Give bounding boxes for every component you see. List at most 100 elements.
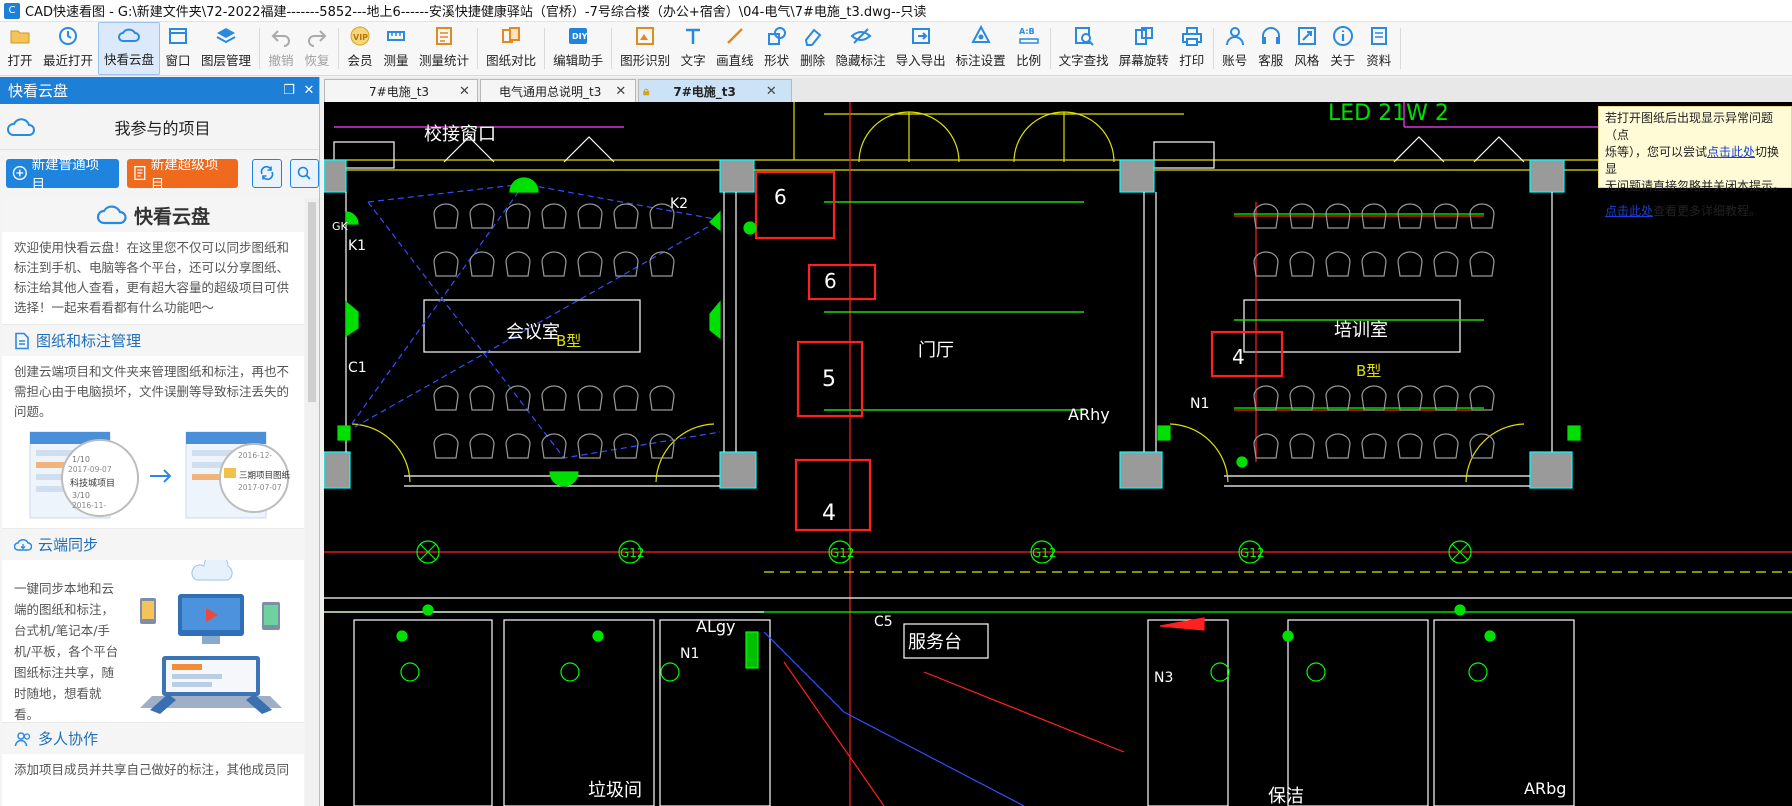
- chair-symbol: [649, 385, 675, 411]
- close-icon[interactable]: ✕: [766, 84, 777, 99]
- label-window: 校接窗口: [424, 124, 496, 145]
- project-title: 我参与的项目: [114, 118, 211, 138]
- label-training-room: 培训室: [1334, 320, 1388, 341]
- toolbar-button-ruler[interactable]: 测量: [378, 22, 414, 75]
- toolbar-button-vip[interactable]: VIP 会员: [342, 22, 378, 75]
- app-logo-icon: C: [4, 2, 20, 19]
- new-project-button[interactable]: 新建普通项目: [6, 157, 120, 193]
- cloud-icon: [7, 117, 35, 136]
- toolbar-button-user[interactable]: 账号: [1217, 22, 1253, 75]
- restore-icon[interactable]: ❐: [279, 83, 299, 98]
- toolbar-button-annotation-settings[interactable]: 标注设置: [951, 22, 1011, 75]
- illustration-text: 3/10: [72, 491, 90, 500]
- tab-document[interactable]: 7#电施_t3 ✕: [324, 79, 478, 102]
- toolbar-button-clock[interactable]: 最近打开: [38, 22, 98, 75]
- project-selector[interactable]: 我参与的项目: [0, 104, 319, 150]
- close-icon[interactable]: ✕: [615, 84, 626, 99]
- tab-document-active[interactable]: 🔒︎ 7#电施_t3 ✕: [638, 79, 792, 102]
- search-button[interactable]: [289, 158, 319, 188]
- label-number: 4: [822, 501, 836, 526]
- toolbar-separator: [544, 28, 546, 69]
- toolbar-button-label: 窗口: [165, 53, 191, 68]
- label-k1: K1: [348, 238, 366, 254]
- intro-title: 快看云盘: [133, 205, 210, 228]
- close-icon[interactable]: ✕: [299, 83, 319, 98]
- title-bar: C CAD快速看图 - G:\新建文件夹\72-2022福建-------585…: [0, 0, 1792, 22]
- chair-symbol: [469, 433, 495, 459]
- sidebar-title: 快看云盘: [8, 82, 69, 100]
- label-btype: B型: [556, 332, 581, 350]
- chair-symbol: [1469, 251, 1495, 277]
- toolbar-button-printer[interactable]: 打印: [1174, 22, 1210, 75]
- close-icon[interactable]: ✕: [459, 84, 470, 99]
- sidebar-scrollbar[interactable]: [305, 198, 319, 806]
- label-cleaning: 保洁: [1268, 786, 1304, 806]
- tab-document[interactable]: 电气通用总说明_t3 ✕: [480, 79, 636, 102]
- main-toolbar: 打开 最近打开 快看云盘 窗口 图层管理 撤销 恢复 VIP 会员 测量 测量统计 图纸对比 DIY 编辑…: [0, 22, 1792, 76]
- vip-icon: VIP: [350, 26, 370, 46]
- label-n1: N1: [680, 646, 699, 662]
- tip-switch-link[interactable]: 点击此处: [1707, 145, 1755, 159]
- illustration-text: 1/10: [72, 455, 90, 464]
- toolbar-button-undo[interactable]: 撤销: [263, 22, 299, 75]
- tab-label: 电气通用总说明_t3: [499, 84, 602, 99]
- toolbar-button-redo[interactable]: 恢复: [299, 22, 335, 75]
- chair-symbol: [1289, 385, 1315, 411]
- toolbar-button-text[interactable]: 文字: [675, 22, 711, 75]
- toolbar-button-folder[interactable]: 打开: [2, 22, 38, 75]
- chair-symbol: [541, 433, 567, 459]
- toolbar-button-shape[interactable]: 形状: [759, 22, 795, 75]
- eraser-icon: [804, 28, 822, 46]
- toolbar-button-scale[interactable]: A:B 比例: [1011, 22, 1047, 75]
- layers-icon: [216, 28, 236, 44]
- chair-symbol: [505, 385, 531, 411]
- toolbar-button-headset[interactable]: 客服: [1253, 22, 1289, 75]
- new-super-project-button[interactable]: 新建超级项目: [127, 157, 239, 193]
- tip-line: 若打开图纸后出现显示异常问题（点: [1605, 111, 1774, 142]
- toolbar-button-text-search[interactable]: 文字查找: [1054, 22, 1114, 75]
- cad-drawing[interactable]: 校接窗口 会议室 B型 培训室 B型 门厅 服务台 垃圾间 保洁 LED 21W…: [324, 102, 1792, 806]
- chair-symbol: [1325, 251, 1351, 277]
- redo-icon: [308, 30, 327, 47]
- toolbar-button-rotate[interactable]: 屏幕旋转: [1114, 22, 1174, 75]
- drawing-canvas[interactable]: 校接窗口 会议室 B型 培训室 B型 门厅 服务台 垃圾间 保洁 LED 21W…: [324, 102, 1792, 806]
- label-n3: N3: [1154, 670, 1173, 686]
- toolbar-button-layers[interactable]: 图层管理: [196, 22, 256, 75]
- search-icon: [297, 166, 311, 180]
- toolbar-separator: [477, 28, 479, 69]
- label-meeting-room: 会议室: [506, 322, 560, 343]
- toolbar-button-import-export[interactable]: 导入导出: [891, 22, 951, 75]
- scrollbar-thumb[interactable]: [308, 202, 316, 402]
- toolbar-button-label: 文字查找: [1058, 53, 1109, 68]
- section-text: 添加项目成员并共享自己做好的标注，其他成员同: [14, 762, 290, 777]
- toolbar-button-eraser[interactable]: 删除: [795, 22, 831, 75]
- toolbar-button-label: 打印: [1179, 53, 1205, 68]
- sidebar-actions: 新建普通项目 新建超级项目: [0, 150, 319, 196]
- toolbar-button-style[interactable]: 风格: [1289, 22, 1325, 75]
- illustration-text: 2016-11-: [72, 501, 106, 510]
- toolbar-button-info[interactable]: 关于: [1325, 22, 1361, 75]
- chair-symbol: [541, 251, 567, 277]
- label-g12: G12: [620, 546, 645, 560]
- toolbar-button-label: 账号: [1222, 53, 1248, 68]
- toolbar-button-window[interactable]: 窗口: [160, 22, 196, 75]
- toolbar-button-docs[interactable]: 资料: [1361, 22, 1397, 75]
- chair-symbol: [433, 385, 459, 411]
- toolbar-button-compare[interactable]: 图纸对比: [481, 22, 541, 75]
- toolbar-button-edit-assist[interactable]: DIY 编辑助手: [548, 22, 608, 75]
- arrow-right-icon: [150, 469, 172, 483]
- tip-tutorial-link[interactable]: 点击此处: [1605, 204, 1653, 218]
- toolbar-button-shape-recognize[interactable]: 图形识别: [615, 22, 675, 75]
- toolbar-button-eye[interactable]: 隐藏标注: [831, 22, 891, 75]
- toolbar-separator: [1049, 28, 1051, 69]
- users-icon: [14, 731, 31, 746]
- toolbar-button-measure-stat[interactable]: 测量统计: [414, 22, 474, 75]
- chair-symbol: [1253, 385, 1279, 411]
- window-icon: [169, 28, 188, 44]
- sync-button[interactable]: [252, 158, 282, 188]
- undo-icon: [271, 30, 290, 47]
- label-arbg: ARbg: [1524, 779, 1566, 798]
- toolbar-button-line[interactable]: 画直线: [711, 22, 759, 75]
- toolbar-separator: [1399, 28, 1401, 69]
- toolbar-button-cloud[interactable]: 快看云盘: [98, 22, 161, 75]
